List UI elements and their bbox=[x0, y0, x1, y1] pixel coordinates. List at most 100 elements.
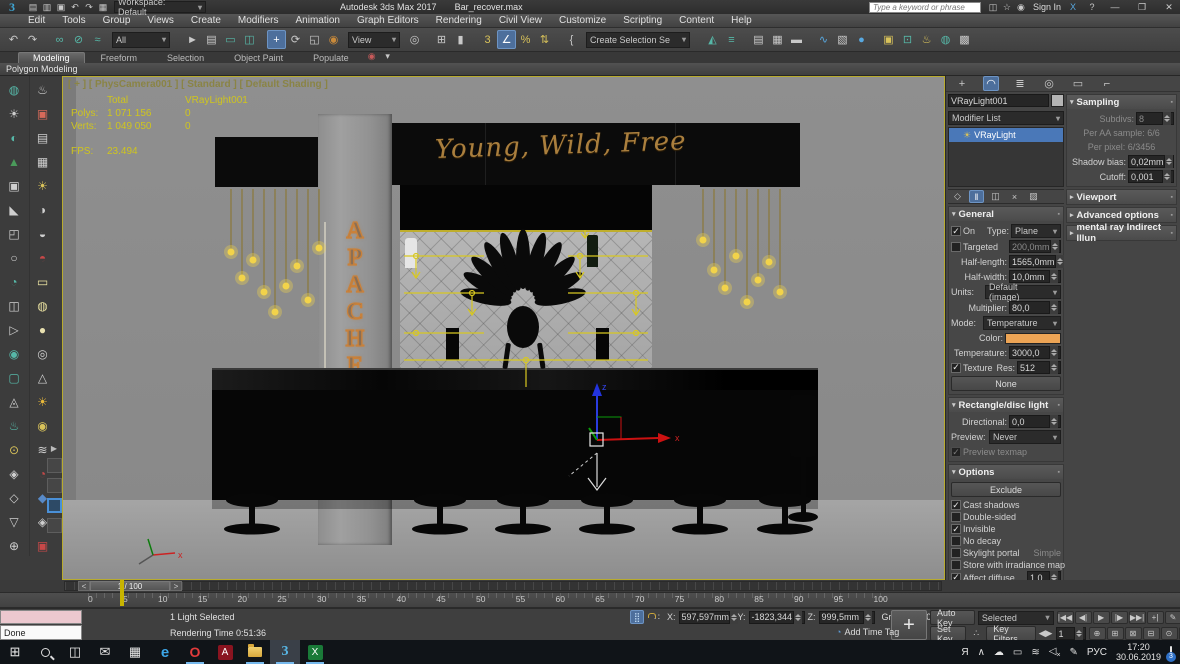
left-tool-icon[interactable]: ◍ bbox=[32, 295, 54, 316]
left-tool-icon[interactable]: ▽ bbox=[3, 511, 25, 532]
sign-in-link[interactable]: Sign In bbox=[1033, 2, 1061, 12]
opera-app[interactable]: O bbox=[180, 640, 210, 664]
toolbar-icon[interactable]: + bbox=[267, 30, 286, 49]
on-checkbox[interactable] bbox=[951, 226, 961, 236]
ribbon-collapse-icon[interactable]: ▾ bbox=[381, 49, 395, 63]
toolbar-icon[interactable]: ◍ bbox=[936, 30, 955, 49]
viewport-nav-icon[interactable]: ⊙ bbox=[1161, 627, 1178, 640]
mail-app[interactable]: ✉ bbox=[90, 640, 120, 664]
viewport-label[interactable]: [ + ] [ PhysCamera001 ] [ Standard ] [ D… bbox=[68, 79, 328, 90]
current-frame-marker[interactable] bbox=[120, 580, 124, 606]
toolbar-icon[interactable]: ↶ bbox=[4, 30, 23, 49]
menu-item[interactable]: Civil View bbox=[499, 15, 542, 26]
ribbon-panel-bar[interactable]: Polygon Modeling bbox=[0, 63, 1180, 76]
left-tool-icon[interactable]: ▢ bbox=[3, 367, 25, 388]
directional-field[interactable]: 0,0 bbox=[1009, 415, 1061, 428]
command-panel-tab-icon[interactable]: ▭ bbox=[1070, 76, 1086, 91]
qat-icon[interactable]: ▤ bbox=[26, 1, 40, 13]
left-tool-icon[interactable]: ▦ bbox=[32, 151, 54, 172]
search-button[interactable] bbox=[30, 640, 60, 664]
command-panel-tab-icon[interactable]: ≣ bbox=[1012, 76, 1028, 91]
toolbar-icon[interactable]: 3 bbox=[478, 30, 497, 49]
titlebar-icon[interactable]: ◉ bbox=[1014, 0, 1028, 14]
half-length-field[interactable]: 1565,0mm bbox=[1009, 255, 1061, 268]
ribbon-tab[interactable]: Freeform bbox=[87, 52, 152, 63]
menu-item[interactable]: Views bbox=[147, 15, 174, 26]
left-tool-icon[interactable]: ◓ bbox=[32, 247, 54, 268]
targeted-checkbox[interactable] bbox=[951, 242, 961, 252]
maxscript-listener-pink[interactable] bbox=[0, 610, 82, 624]
prev-frame-button[interactable]: < bbox=[78, 581, 90, 591]
motion-paths-icon[interactable]: ∴ bbox=[969, 627, 983, 641]
left-tool-icon[interactable]: ◉ bbox=[32, 415, 54, 436]
layout-tab[interactable] bbox=[47, 478, 62, 493]
adobe-app[interactable]: A bbox=[210, 640, 240, 664]
selection-filter-dropdown[interactable]: All▾ bbox=[112, 32, 170, 48]
object-color-swatch[interactable] bbox=[1051, 94, 1064, 107]
toolbar-icon[interactable]: ▭ bbox=[221, 30, 240, 49]
left-tool-icon[interactable]: ▭ bbox=[32, 271, 54, 292]
toolbar-icon[interactable]: % bbox=[516, 30, 535, 49]
texture-checkbox[interactable] bbox=[951, 363, 961, 373]
toolbar-icon[interactable]: ◎ bbox=[405, 30, 424, 49]
toolbar-icon[interactable]: ⊘ bbox=[69, 30, 88, 49]
left-tool-icon[interactable]: ◑ bbox=[32, 199, 54, 220]
left-tool-icon[interactable]: ◰ bbox=[3, 223, 25, 244]
multiplier-field[interactable]: 80,0 bbox=[1009, 301, 1061, 314]
language-indicator[interactable]: РУС bbox=[1087, 647, 1107, 658]
left-tool-icon[interactable]: ☀ bbox=[32, 391, 54, 412]
option-checkbox[interactable] bbox=[951, 500, 961, 510]
wifi-icon[interactable]: ≋ bbox=[1031, 647, 1039, 658]
timeline-ruler[interactable]: 0510152025303540455055606570758085909510… bbox=[0, 592, 1180, 608]
help-icon[interactable]: ? bbox=[1085, 0, 1099, 14]
left-tool-icon[interactable]: △ bbox=[32, 367, 54, 388]
texture-none-button[interactable]: None bbox=[951, 376, 1061, 391]
toolbar-icon[interactable]: ▤ bbox=[202, 30, 221, 49]
playback-icon[interactable]: ◀| bbox=[1075, 611, 1092, 624]
rollout-header[interactable]: ▾Sampling▪ bbox=[1067, 95, 1176, 109]
rollout-header[interactable]: ▸Advanced options▪ bbox=[1067, 208, 1176, 222]
display-icon[interactable]: ▭ bbox=[1013, 647, 1022, 658]
left-tool-icon[interactable]: ◇ bbox=[3, 487, 25, 508]
stack-button-icon[interactable]: ◫ bbox=[988, 190, 1003, 203]
maxscript-listener-white[interactable]: Done bbox=[0, 625, 82, 640]
key-filters-button[interactable]: Key Filters... bbox=[986, 626, 1035, 641]
next-frame-button[interactable]: > bbox=[170, 581, 182, 591]
ref-coord-dropdown[interactable]: View▾ bbox=[348, 32, 400, 48]
rollout-header[interactable]: ▸Viewport▪ bbox=[1067, 190, 1176, 204]
units-dropdown[interactable]: Default (image)▾ bbox=[985, 285, 1061, 299]
viewport-nav-icon[interactable]: ⊠ bbox=[1125, 627, 1142, 640]
toolbar-icon[interactable]: ∠ bbox=[497, 30, 516, 49]
titlebar-icon[interactable]: ◫ bbox=[986, 0, 1000, 14]
left-tool-icon[interactable]: ▷ bbox=[3, 319, 25, 340]
toolbar-icon[interactable]: ▬ bbox=[787, 30, 806, 49]
toolbar-icon[interactable]: ⇅ bbox=[535, 30, 554, 49]
preview-dropdown[interactable]: Never▾ bbox=[989, 430, 1061, 444]
y-coord-field[interactable]: -1823,344 bbox=[749, 611, 805, 624]
left-tool-icon[interactable]: ◔ bbox=[3, 271, 25, 292]
toolbar-icon[interactable]: ⊡ bbox=[898, 30, 917, 49]
left-tool-icon[interactable]: ◣ bbox=[3, 199, 25, 220]
playback-icon[interactable]: |◀◀ bbox=[1057, 611, 1074, 624]
left-tool-icon[interactable]: ▲ bbox=[3, 151, 25, 172]
stack-button-icon[interactable]: ▨ bbox=[1026, 190, 1041, 203]
x-coord-field[interactable]: 597,597mm bbox=[679, 611, 735, 624]
command-panel-tab-icon[interactable]: ⌐ bbox=[1099, 76, 1115, 91]
camera-viewport[interactable]: [ + ] [ PhysCamera001 ] [ Standard ] [ D… bbox=[62, 76, 945, 580]
menu-item[interactable]: Graph Editors bbox=[357, 15, 419, 26]
command-panel-tab-icon[interactable]: ◎ bbox=[1041, 76, 1057, 91]
stack-button-icon[interactable]: ‖ bbox=[969, 190, 984, 203]
workspace-dropdown[interactable]: Workspace: Default▾ bbox=[114, 1, 206, 13]
subdivs-field[interactable]: 8 bbox=[1136, 112, 1174, 125]
time-slider-value[interactable]: 1 / 100 bbox=[90, 581, 170, 591]
viewport-nav-icon[interactable]: ⊞ bbox=[1107, 627, 1124, 640]
current-frame-field[interactable]: 1 bbox=[1056, 627, 1086, 640]
preview-texmap-checkbox[interactable] bbox=[951, 447, 961, 457]
a360-icon[interactable]: X bbox=[1066, 0, 1080, 14]
viewport-nav-icon[interactable]: ⊟ bbox=[1143, 627, 1160, 640]
left-tool-icon[interactable]: ♨ bbox=[32, 79, 54, 100]
edge-app[interactable]: e bbox=[150, 640, 180, 664]
time-slider-track[interactable] bbox=[64, 581, 942, 591]
ribbon-tab[interactable]: Selection bbox=[153, 52, 218, 63]
toolbar-icon[interactable]: ▧ bbox=[833, 30, 852, 49]
